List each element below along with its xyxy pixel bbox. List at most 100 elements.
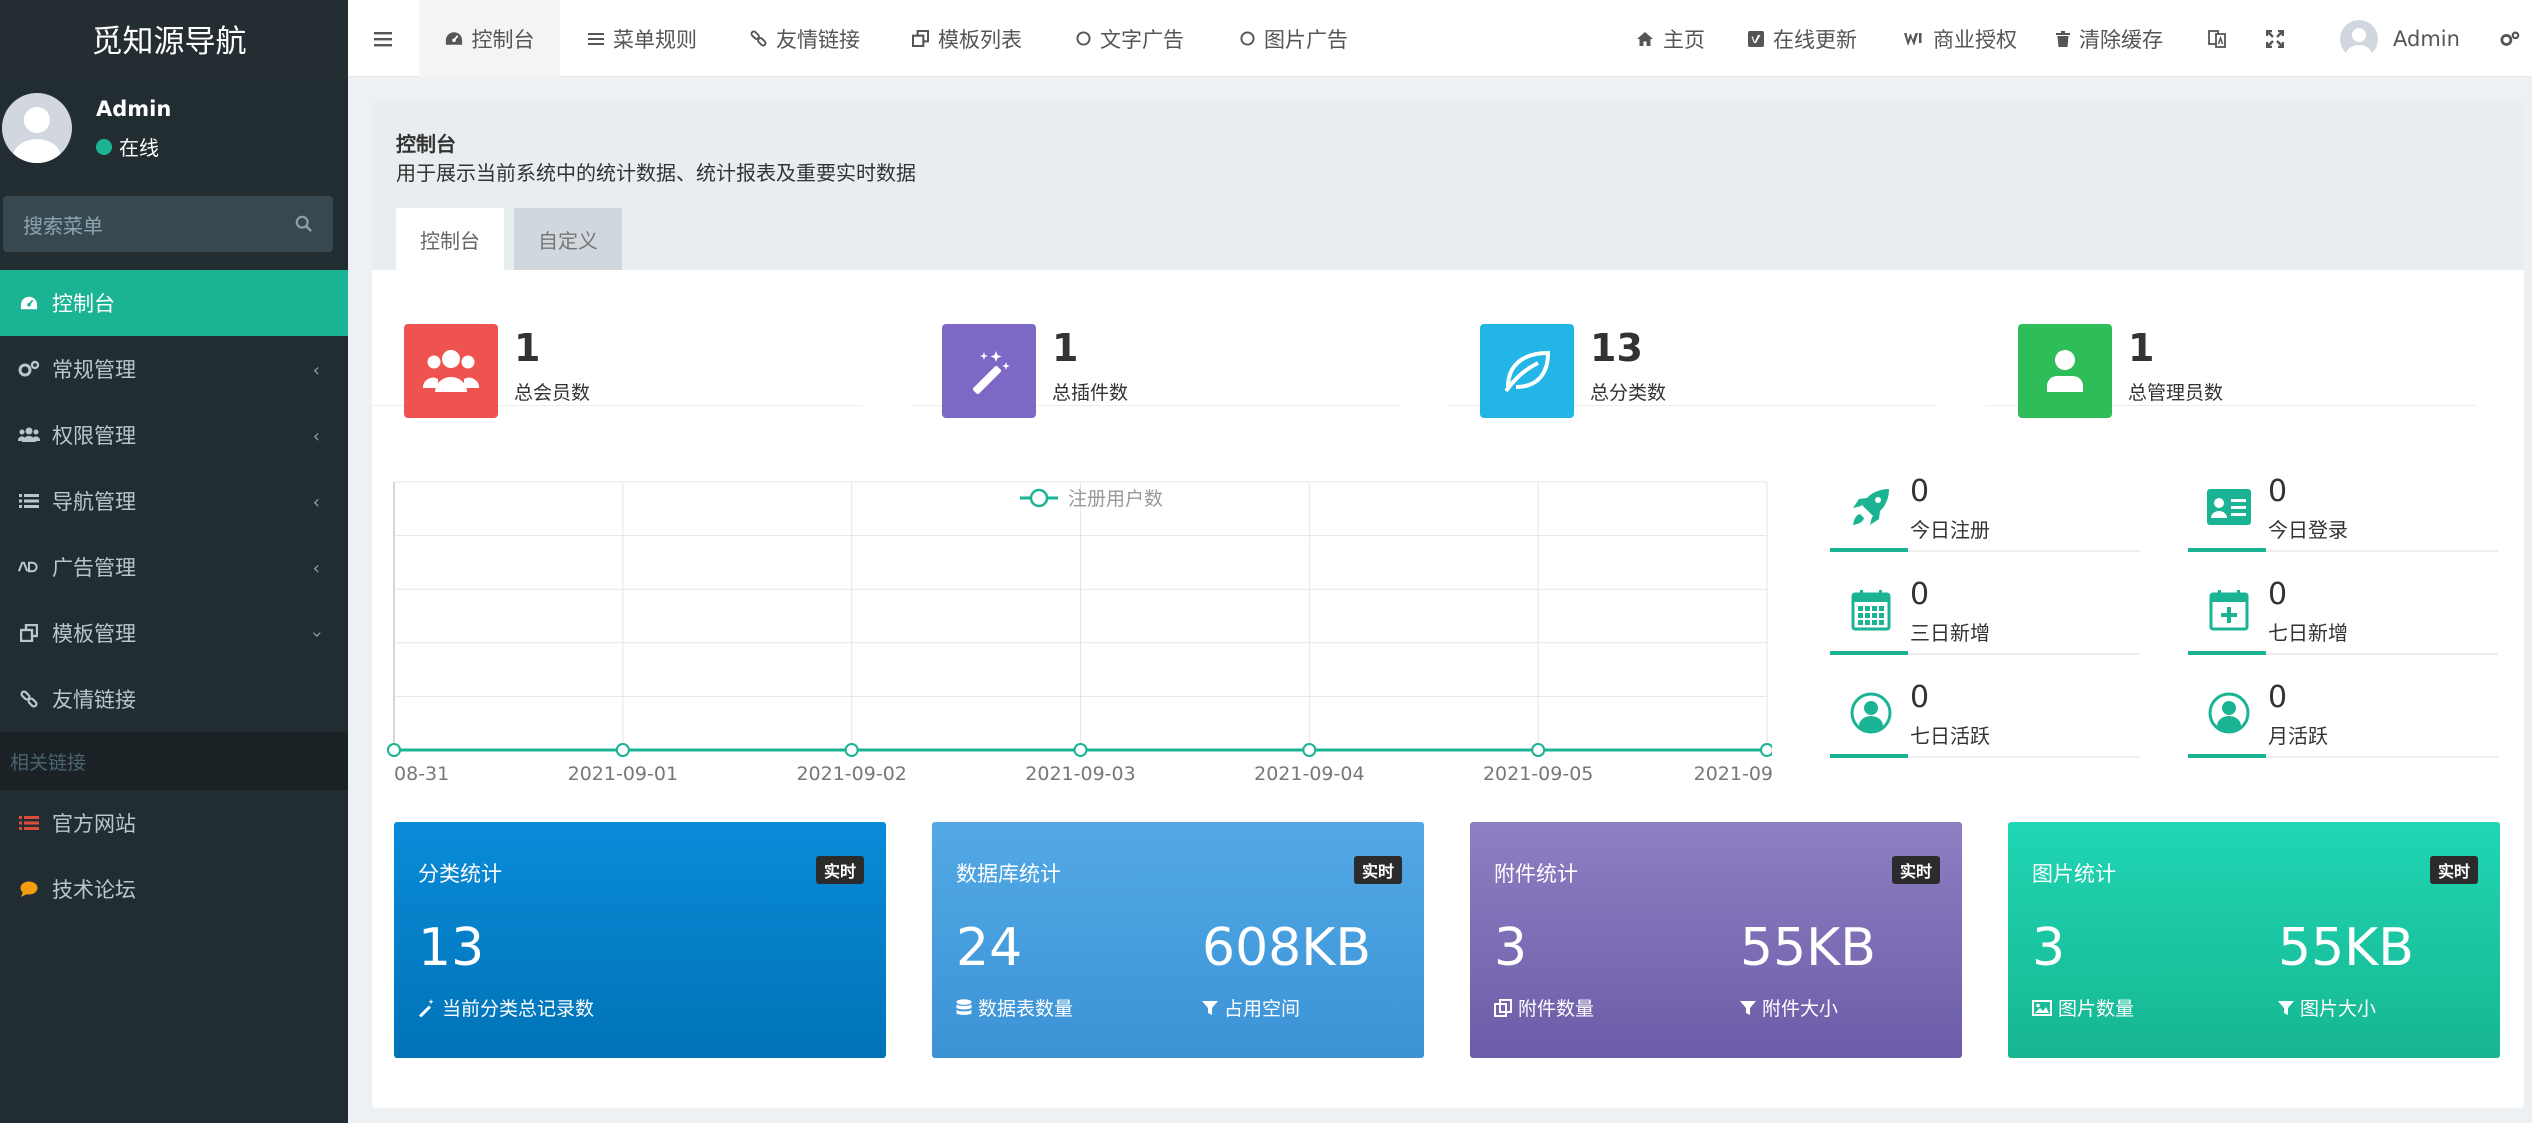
sidebar-item-general[interactable]: 常规管理 ‹: [0, 336, 348, 402]
link-icon: [18, 690, 40, 708]
underline: [2188, 548, 2266, 552]
sidebar-item-forum[interactable]: 技术论坛: [0, 856, 348, 922]
mini-stat-value: 0: [2268, 577, 2288, 612]
chevron-left-icon: ‹: [312, 492, 320, 513]
database-stats-card: 数据库统计 实时 24 608KB 数据表数量 占用空间: [932, 822, 1424, 1058]
underline: [1830, 548, 1908, 552]
stat-members: 1 总会员数: [372, 286, 862, 418]
card-value-secondary: 55KB: [2278, 918, 2414, 978]
status-text: 在线: [119, 136, 159, 160]
search-icon[interactable]: [295, 215, 313, 233]
tab-label: 图片广告: [1264, 27, 1348, 52]
mini-stat-value: 0: [2268, 474, 2288, 509]
sidebar-toggle-button[interactable]: [374, 0, 392, 77]
x-tick-label: 2021-09: [1694, 763, 1772, 785]
users-icon: [18, 427, 40, 443]
rocket-icon: [1848, 484, 1894, 530]
stat-value: 13: [1590, 326, 1643, 370]
card-value: 3: [1494, 918, 1528, 978]
card-caption: 图片数量: [2032, 994, 2134, 1021]
list-icon: [18, 493, 40, 509]
circle-icon: [1076, 31, 1091, 46]
related-links-heading: 相关链接: [0, 732, 348, 790]
card-value-secondary: 608KB: [1202, 918, 1372, 978]
x-tick-label: 2021-09-01: [568, 763, 678, 785]
sidebar-item-label: 官方网站: [52, 812, 136, 836]
id-card-icon: [2206, 484, 2252, 530]
card-value: 3: [2032, 918, 2066, 978]
license-link[interactable]: 商业授权: [1904, 0, 2017, 77]
avatar: [2, 93, 72, 163]
stat-label: 总管理员数: [2128, 382, 2224, 404]
nav-label: 在线更新: [1773, 27, 1857, 52]
stat-value: 1: [514, 326, 541, 370]
clone-icon: [18, 624, 40, 642]
filter-icon: [1740, 1000, 1756, 1015]
data-point: [844, 743, 859, 757]
clear-cache-button[interactable]: 清除缓存: [2056, 0, 2163, 77]
sidebar-item-template[interactable]: 模板管理 ‹: [0, 600, 348, 666]
mini-stat-today-register: 0 今日注册: [1830, 472, 2140, 552]
bars-icon: [588, 32, 604, 45]
user-status: 在线: [96, 132, 159, 161]
sidebar-item-links[interactable]: 友情链接: [0, 666, 348, 732]
home-link[interactable]: 主页: [1636, 0, 1705, 77]
tab-image-ads[interactable]: 图片广告: [1240, 0, 1348, 77]
sidebar-item-dashboard[interactable]: 控制台: [0, 270, 348, 336]
sidebar-item-nav[interactable]: 导航管理 ‹: [0, 468, 348, 534]
tab-friend-links[interactable]: 友情链接: [750, 0, 860, 77]
stat-admins: 1 总管理员数: [1986, 286, 2476, 418]
card-title: 附件统计: [1494, 862, 1578, 886]
fullscreen-button[interactable]: [2266, 0, 2284, 77]
site-logo[interactable]: 觅知源导航: [0, 0, 348, 77]
chevron-left-icon: ‹: [312, 426, 320, 447]
online-update-link[interactable]: 在线更新: [1748, 0, 1857, 77]
sidebar-item-ads[interactable]: 广告管理 ‹: [0, 534, 348, 600]
card-caption-secondary: 占用空间: [1202, 994, 1300, 1021]
tab-template-list[interactable]: 模板列表: [912, 0, 1022, 77]
underline: [1830, 651, 1908, 655]
data-point: [387, 743, 401, 757]
database-icon: [956, 998, 972, 1015]
home-icon: [1637, 31, 1653, 46]
realtime-badge: 实时: [1891, 856, 1940, 884]
tab-dashboard-page[interactable]: 控制台: [396, 208, 504, 270]
data-point: [1531, 743, 1546, 757]
user-menu[interactable]: Admin: [2340, 0, 2460, 77]
settings-button[interactable]: [2500, 0, 2520, 77]
stat-categories: 13 总分类数: [1448, 286, 1938, 418]
sidebar-item-auth[interactable]: 权限管理 ‹: [0, 402, 348, 468]
language-toggle-button[interactable]: [2208, 0, 2226, 77]
topbar-avatar: [2340, 19, 2378, 58]
card-caption-text: 图片数量: [2058, 998, 2135, 1020]
sidebar-item-label: 常规管理: [52, 358, 136, 382]
data-point: [615, 743, 630, 757]
stat-value: 1: [2128, 326, 2155, 370]
sidebar-item-official-site[interactable]: 官方网站: [0, 790, 348, 856]
chevron-down-icon: ‹: [305, 630, 327, 639]
tab-dashboard[interactable]: 控制台: [419, 0, 560, 77]
tab-text-ads[interactable]: 文字广告: [1076, 0, 1184, 77]
tab-menu-rules[interactable]: 菜单规则: [588, 0, 697, 77]
chevron-left-icon: ‹: [312, 558, 320, 579]
x-tick-label: 2021-09-05: [1483, 763, 1593, 785]
tab-custom[interactable]: 自定义: [514, 208, 622, 270]
sidebar-item-label: 控制台: [52, 292, 115, 316]
underline: [2188, 651, 2266, 655]
data-point: [1302, 743, 1317, 757]
mini-stat-label: 三日新增: [1910, 621, 1990, 645]
data-point: [1073, 743, 1088, 757]
mini-stat-value: 0: [1910, 577, 1930, 612]
sidebar-item-label: 权限管理: [52, 424, 136, 448]
dashboard-icon: [445, 32, 462, 45]
sidebar-item-label: 模板管理: [52, 622, 136, 646]
mini-stat-label: 月活跃: [2268, 724, 2328, 748]
mini-stat-value: 0: [1910, 474, 1930, 509]
mini-stat-today-login: 0 今日登录: [2188, 472, 2498, 552]
registration-line-chart: 08-31 2021-09-01 2021-09-02 2021-09-03 2021-…: [387, 481, 1772, 785]
main-menu: 控制台 常规管理 ‹ 权限管理 ‹ 导航管理 ‹ 广告管理 ‹ 模板管理 ‹ 友…: [0, 270, 348, 922]
sidebar-item-label: 友情链接: [52, 688, 136, 712]
menu-search-input[interactable]: 搜索菜单: [3, 196, 333, 252]
nav-label: 商业授权: [1933, 27, 2017, 52]
mini-stat-label: 七日活跃: [1910, 724, 1990, 748]
